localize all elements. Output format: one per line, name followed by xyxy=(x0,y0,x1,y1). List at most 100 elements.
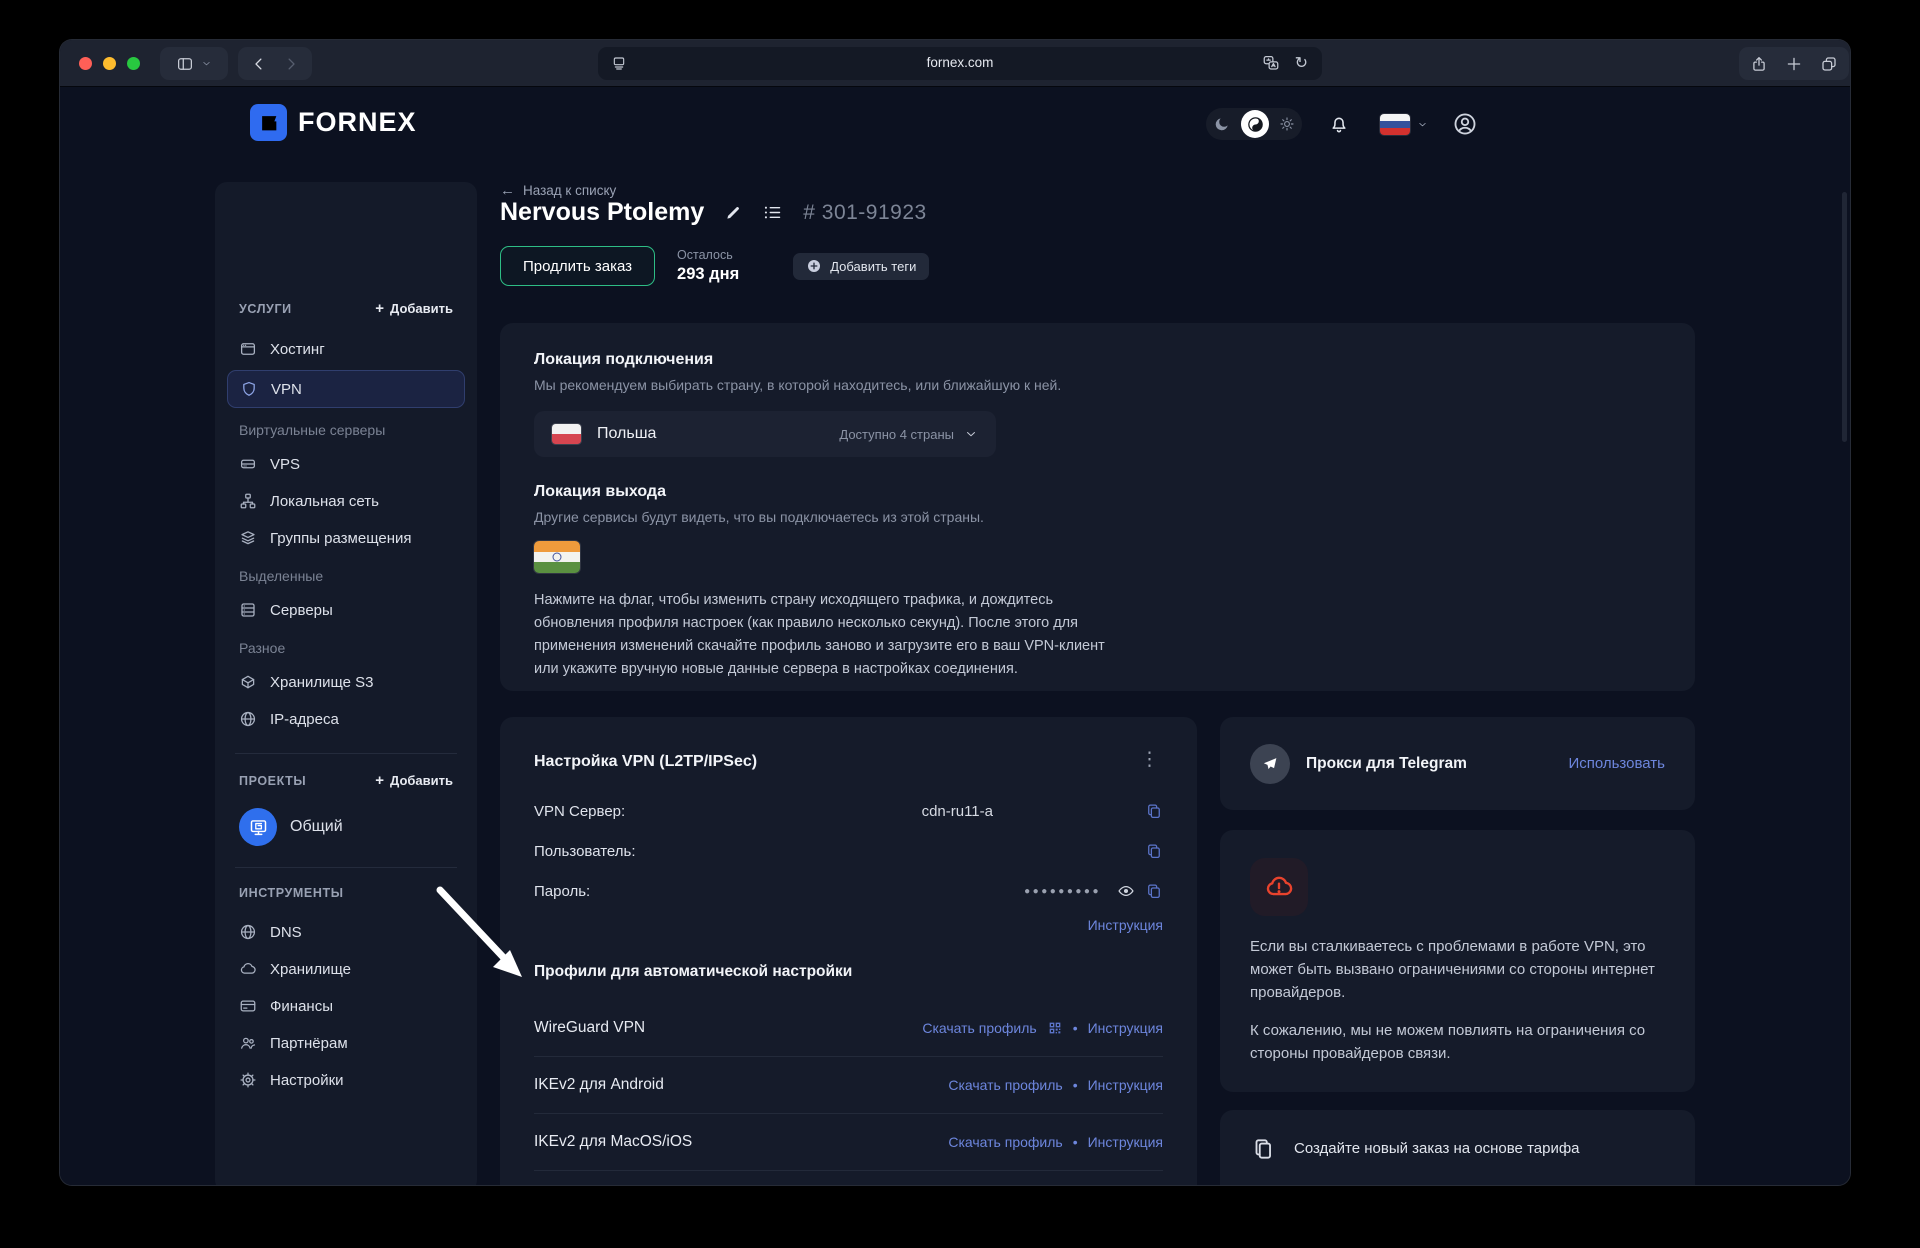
vpn-server-row: VPN Сервер: cdn-ru11-a xyxy=(534,797,1163,825)
new-tab-icon[interactable] xyxy=(1785,55,1803,73)
sidebar-item-ip-addresses[interactable]: IP-адреса xyxy=(239,703,453,735)
share-icon[interactable] xyxy=(1750,55,1768,73)
language-selector[interactable] xyxy=(1380,114,1428,135)
instruction-link[interactable]: Инструкция xyxy=(1088,1020,1163,1036)
location-card: Локация подключения Мы рекомендуем выбир… xyxy=(500,323,1695,691)
dark-theme-moon-icon[interactable] xyxy=(1213,115,1231,133)
sidebar-item-vps[interactable]: VPS xyxy=(239,448,453,480)
sidebar-item-vpn[interactable]: VPN xyxy=(227,370,465,408)
minimize-window-button[interactable] xyxy=(103,57,116,70)
available-countries: Доступно 4 страны xyxy=(839,427,954,442)
auto-theme-active[interactable] xyxy=(1241,110,1269,138)
vpn-settings-card: Настройка VPN (L2TP/IPSec) ⋮ VPN Сервер:… xyxy=(500,717,1197,1185)
back-arrow-icon: ← xyxy=(500,182,515,199)
new-order-card[interactable]: Создайте новый заказ на основе тарифа xyxy=(1220,1110,1695,1185)
close-window-button[interactable] xyxy=(79,57,92,70)
instruction-link[interactable]: Инструкция xyxy=(1088,1077,1163,1093)
browser-toolbar: fornex.com ↻ xyxy=(60,40,1850,87)
server-icon xyxy=(239,455,257,473)
zoom-window-button[interactable] xyxy=(127,57,140,70)
add-service-button[interactable]: + Добавить xyxy=(375,300,453,317)
copy-icon[interactable] xyxy=(1145,882,1163,900)
layers-icon xyxy=(239,529,257,547)
connection-location-desc: Мы рекомендуем выбирать страну, в которо… xyxy=(534,377,1661,393)
fornex-logo[interactable]: FORNEX xyxy=(250,104,417,141)
page-scrollbar[interactable] xyxy=(1842,192,1847,442)
sidebar-item-finance[interactable]: Финансы xyxy=(239,990,453,1022)
server-rack-icon xyxy=(239,601,257,619)
tab-overview-icon[interactable] xyxy=(1820,55,1838,73)
kebab-menu-icon[interactable]: ⋮ xyxy=(1136,753,1163,767)
address-bar[interactable]: fornex.com ↻ xyxy=(598,47,1322,80)
sidebar-item-settings[interactable]: Настройки xyxy=(239,1064,453,1096)
sidebar-item-hosting[interactable]: Хостинг xyxy=(239,333,453,365)
add-tags-button[interactable]: Добавить теги xyxy=(793,253,929,280)
copy-icon[interactable] xyxy=(1145,842,1163,860)
renew-order-button[interactable]: Продлить заказ xyxy=(500,246,655,286)
country-selector[interactable]: Польша Доступно 4 страны xyxy=(534,411,996,457)
eye-icon[interactable] xyxy=(1117,882,1135,900)
url-text[interactable]: fornex.com xyxy=(598,55,1322,70)
chevron-down-icon xyxy=(964,427,978,441)
india-flag-button[interactable] xyxy=(534,541,580,573)
profile-row-ikev2-android: IKEv2 для Android Скачать профиль • Инст… xyxy=(534,1070,1163,1100)
add-project-button[interactable]: + Добавить xyxy=(375,772,453,789)
misc-subheader: Разное xyxy=(239,640,453,656)
sidebar-item-project-common[interactable]: Общий xyxy=(239,805,453,849)
exit-location-note: Нажмите на флаг, чтобы изменить страну и… xyxy=(534,589,1109,681)
instruction-link[interactable]: Инструкция xyxy=(1088,1134,1163,1150)
download-profile-link[interactable]: Скачать профиль xyxy=(948,1077,1062,1093)
divider xyxy=(235,753,457,754)
divider xyxy=(534,1056,1163,1057)
instruction-link[interactable]: Инструкция xyxy=(1088,917,1163,933)
profile-row-ikev2-macos: IKEv2 для MacOS/iOS Скачать профиль • Ин… xyxy=(534,1127,1163,1157)
vpn-warning-card: Если вы сталкиваетесь с проблемами в раб… xyxy=(1220,830,1695,1092)
back-nav-button[interactable] xyxy=(250,55,268,73)
chevron-down-icon xyxy=(1417,119,1428,130)
vpn-card-title: Настройка VPN (L2TP/IPSec) xyxy=(534,753,757,771)
profile-row-wireguard: WireGuard VPN Скачать профиль • Инструкц… xyxy=(534,1013,1163,1043)
sidebar-item-placement-groups[interactable]: Группы размещения xyxy=(239,522,453,554)
credit-card-icon xyxy=(239,997,257,1015)
sidebar-item-s3-storage[interactable]: Хранилище S3 xyxy=(239,666,453,698)
download-profile-link[interactable]: Скачать профиль xyxy=(948,1134,1062,1150)
sidebar-item-dns[interactable]: DNS xyxy=(239,916,453,948)
new-order-text: Создайте новый заказ на основе тарифа xyxy=(1294,1134,1580,1185)
list-icon[interactable] xyxy=(762,202,783,223)
sidebar-item-local-network[interactable]: Локальная сеть xyxy=(239,485,453,517)
sidebar-toggle-button[interactable] xyxy=(160,47,228,80)
server-value: cdn-ru11-a xyxy=(922,803,993,820)
projects-section-header: ПРОЕКТЫ xyxy=(239,774,306,788)
globe-icon xyxy=(239,923,257,941)
ashoka-chakra xyxy=(553,553,562,562)
plus-icon: + xyxy=(375,772,384,789)
duplicate-pages-icon xyxy=(1250,1136,1276,1185)
reload-icon[interactable]: ↻ xyxy=(1295,53,1308,72)
sidebar-item-partners[interactable]: Партнёрам xyxy=(239,1027,453,1059)
user-profile-icon[interactable] xyxy=(1452,111,1478,137)
use-proxy-link[interactable]: Использовать xyxy=(1568,755,1665,772)
plus-icon: + xyxy=(375,300,384,317)
cloud-icon xyxy=(239,960,257,978)
profiles-title: Профили для автоматической настройки xyxy=(534,963,1163,981)
sidebar-item-storage[interactable]: Хранилище xyxy=(239,953,453,985)
translate-icon[interactable] xyxy=(1262,54,1280,72)
light-theme-sun-icon[interactable] xyxy=(1279,116,1295,132)
sidebar-item-servers[interactable]: Серверы xyxy=(239,594,453,626)
theme-switcher[interactable] xyxy=(1206,108,1302,140)
notifications-bell-icon[interactable] xyxy=(1328,113,1350,135)
edit-pencil-icon[interactable] xyxy=(724,204,742,222)
qr-code-icon[interactable] xyxy=(1047,1020,1063,1036)
plus-circle-icon xyxy=(806,258,822,274)
password-label: Пароль: xyxy=(534,883,590,900)
back-to-list-link[interactable]: ← Назад к списку xyxy=(500,182,616,199)
forward-nav-button[interactable] xyxy=(282,55,300,73)
download-profile-link[interactable]: Скачать профиль xyxy=(922,1020,1036,1036)
divider xyxy=(534,1113,1163,1114)
russia-flag-icon xyxy=(1380,114,1410,135)
vpn-password-row: Пароль: ●●●●●●●●● xyxy=(534,877,1163,905)
warning-paragraph-2: К сожалению, мы не можем повлиять на огр… xyxy=(1250,1020,1665,1066)
password-mask: ●●●●●●●●● xyxy=(1024,886,1101,897)
browser-window: fornex.com ↻ FORNEX xyxy=(60,40,1850,1185)
copy-icon[interactable] xyxy=(1145,802,1163,820)
